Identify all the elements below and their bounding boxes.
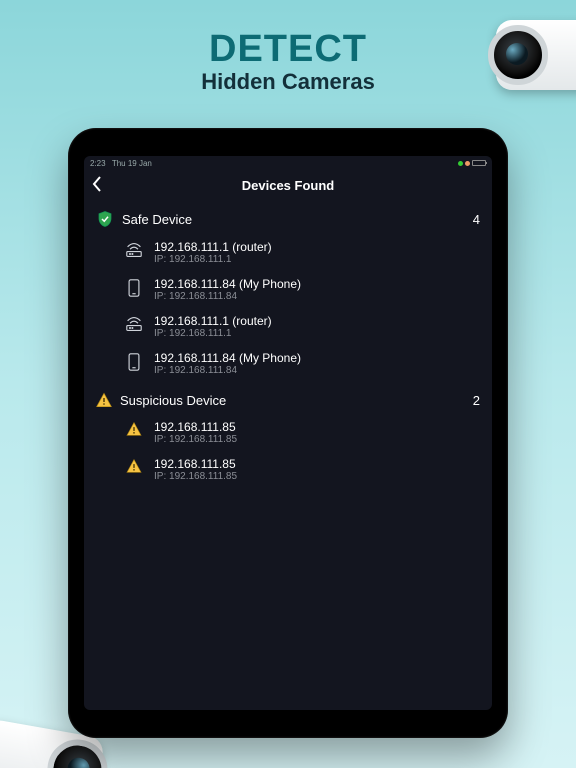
- list-item[interactable]: 192.168.111.84 (My Phone) IP: 192.168.11…: [124, 271, 480, 308]
- warning-triangle-icon: [126, 422, 142, 436]
- section-label: Safe Device: [122, 212, 465, 227]
- device-name: 192.168.111.85: [154, 457, 237, 471]
- safe-device-list: 192.168.111.1 (router) IP: 192.168.111.1…: [84, 234, 492, 382]
- device-name: 192.168.111.1 (router): [154, 240, 272, 254]
- device-name: 192.168.111.85: [154, 420, 237, 434]
- status-date: Thu 19 Jan: [112, 159, 152, 168]
- section-label: Suspicious Device: [120, 393, 465, 408]
- device-name: 192.168.111.84 (My Phone): [154, 351, 301, 365]
- list-item[interactable]: 192.168.111.85 IP: 192.168.111.85: [124, 451, 480, 488]
- phone-icon: [128, 279, 140, 297]
- router-icon: [124, 242, 144, 258]
- section-count: 2: [473, 393, 480, 408]
- status-time: 2:23: [90, 159, 106, 168]
- page-title: Devices Found: [242, 178, 334, 193]
- shield-check-icon: [96, 210, 114, 228]
- section-count: 4: [473, 212, 480, 227]
- device-ip: IP: 192.168.111.85: [154, 471, 237, 482]
- device-ip: IP: 192.168.111.84: [154, 365, 301, 376]
- warning-triangle-icon: [96, 392, 112, 408]
- app-screen: 2:23 Thu 19 Jan Devices Found Safe Devic…: [84, 156, 492, 710]
- phone-icon: [128, 353, 140, 371]
- list-item[interactable]: 192.168.111.84 (My Phone) IP: 192.168.11…: [124, 345, 480, 382]
- device-ip: IP: 192.168.111.84: [154, 291, 301, 302]
- device-ip: IP: 192.168.111.1: [154, 254, 272, 265]
- device-ip: IP: 192.168.111.1: [154, 328, 272, 339]
- list-item[interactable]: 192.168.111.1 (router) IP: 192.168.111.1: [124, 308, 480, 345]
- device-ip: IP: 192.168.111.85: [154, 434, 237, 445]
- tablet-frame: 2:23 Thu 19 Jan Devices Found Safe Devic…: [68, 128, 508, 738]
- promo-subtitle: Hidden Cameras: [0, 69, 576, 95]
- router-icon: [124, 316, 144, 332]
- camera-decor-top-right: [496, 20, 576, 90]
- status-bar: 2:23 Thu 19 Jan: [84, 156, 492, 170]
- suspicious-device-list: 192.168.111.85 IP: 192.168.111.85 192.16…: [84, 414, 492, 488]
- section-header-safe: Safe Device 4: [84, 200, 492, 234]
- device-name: 192.168.111.1 (router): [154, 314, 272, 328]
- warning-triangle-icon: [126, 459, 142, 473]
- chevron-left-icon: [92, 176, 102, 192]
- list-item[interactable]: 192.168.111.1 (router) IP: 192.168.111.1: [124, 234, 480, 271]
- device-name: 192.168.111.84 (My Phone): [154, 277, 301, 291]
- battery-icon: [472, 160, 486, 166]
- back-button[interactable]: [92, 176, 110, 194]
- status-dot: [458, 161, 463, 166]
- status-dot: [465, 161, 470, 166]
- list-item[interactable]: 192.168.111.85 IP: 192.168.111.85: [124, 414, 480, 451]
- app-header: Devices Found: [84, 170, 492, 200]
- section-header-suspicious: Suspicious Device 2: [84, 382, 492, 414]
